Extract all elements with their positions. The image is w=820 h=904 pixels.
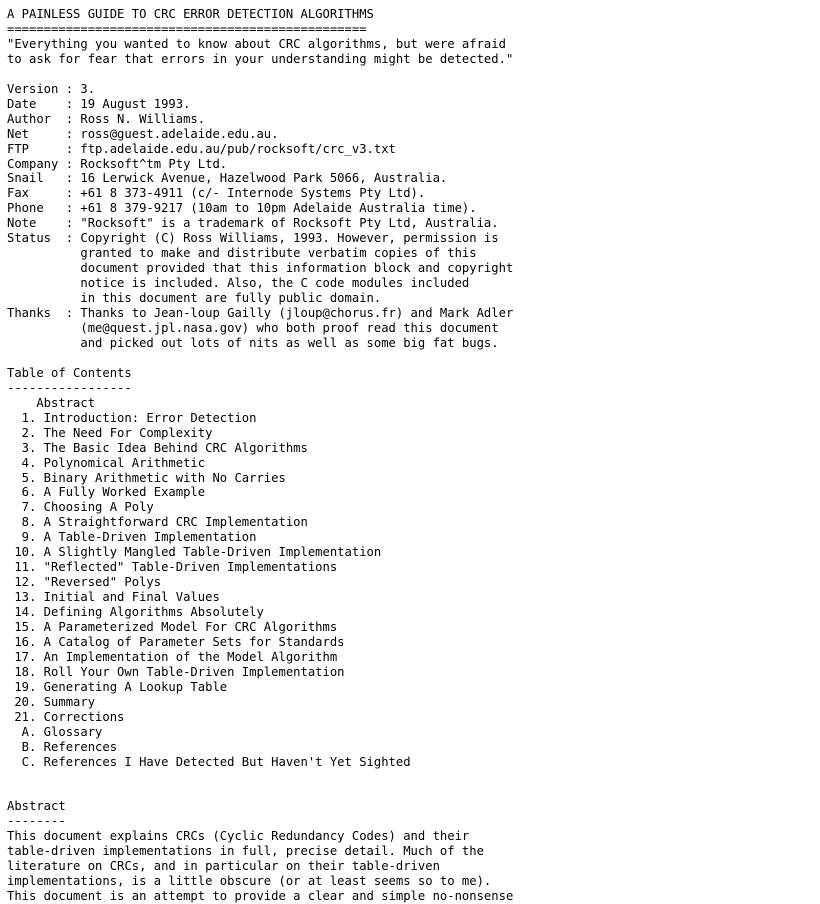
document-title-rule: ========================================… (7, 21, 367, 36)
toc-heading: Table of Contents (7, 365, 132, 380)
toc-rule: ----------------- (7, 380, 132, 395)
abstract-rule: -------- (7, 814, 66, 829)
spacer-after-epigraph (7, 67, 820, 82)
toc-list: Abstract 1. Introduction: Error Detectio… (14, 395, 411, 769)
spacer-before-abstract (7, 785, 820, 800)
abstract-body: This document explains CRCs (Cyclic Redu… (7, 829, 492, 889)
spacer-after-toc (7, 770, 820, 785)
document-info-block: Version : 3. Date : 19 August 1993. Auth… (7, 81, 514, 350)
spacer-after-info-block (7, 351, 820, 366)
document-epigraph: "Everything you wanted to know about CRC… (7, 36, 514, 66)
abstract-heading: Abstract (7, 799, 66, 814)
document-title: A PAINLESS GUIDE TO CRC ERROR DETECTION … (7, 7, 374, 21)
abstract-clipped-line: This document is an attempt to provide a… (7, 889, 514, 904)
text-document-page: A PAINLESS GUIDE TO CRC ERROR DETECTION … (0, 0, 820, 904)
